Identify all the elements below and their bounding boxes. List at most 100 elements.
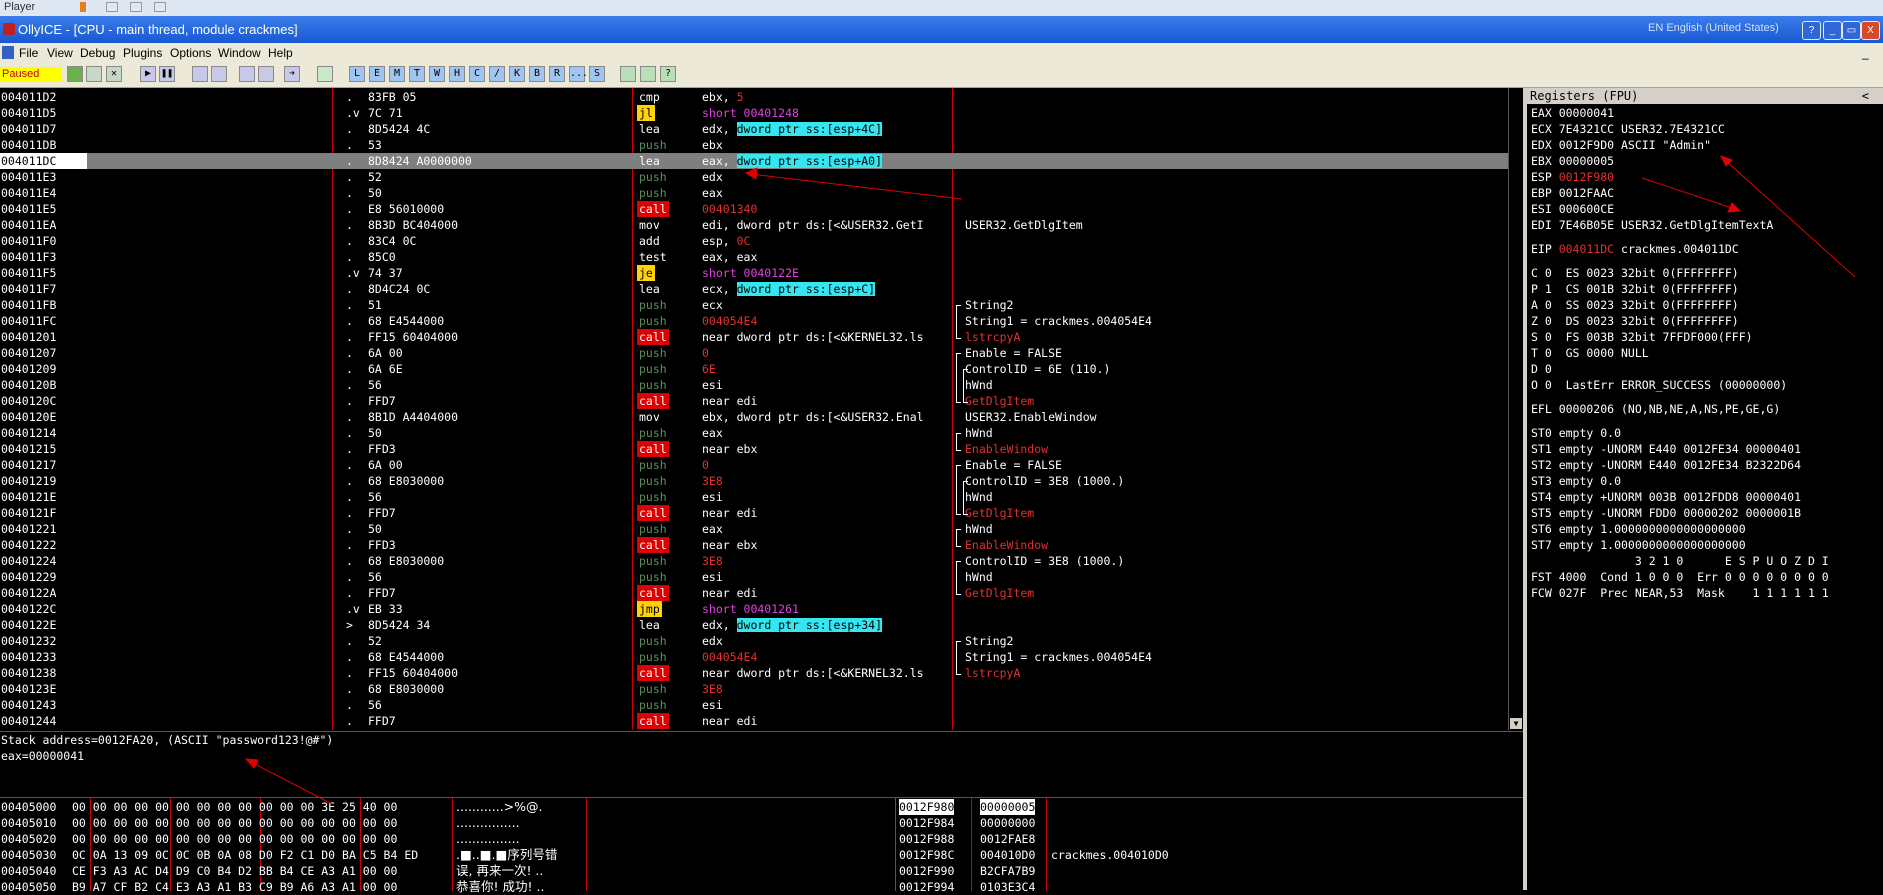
register-line[interactable]: ST5 empty -UNORM FDD0 00000202 0000001B — [1531, 505, 1801, 521]
disasm-row[interactable]: 004011E4. 50 push eax — [0, 185, 1508, 201]
disassembly-scrollbar[interactable]: ▼ — [1508, 88, 1524, 730]
menu-view[interactable]: View — [47, 46, 73, 60]
register-line[interactable]: P 1 CS 001B 32bit 0(FFFFFFFF) — [1531, 281, 1739, 297]
register-line[interactable]: FCW 027F Prec NEAR,53 Mask 1 1 1 1 1 1 — [1531, 585, 1829, 601]
close-button[interactable]: X — [1861, 21, 1880, 40]
register-line[interactable]: A 0 SS 0023 32bit 0(FFFFFFFF) — [1531, 297, 1739, 313]
stack-address[interactable]: 0012F988 — [899, 831, 954, 847]
toolbar-btn-T[interactable]: T — [409, 66, 425, 82]
trace-over-icon[interactable] — [258, 66, 274, 82]
disasm-row[interactable]: 004011F7. 8D4C24 0C lea ecx, dword ptr ss:[… — [0, 281, 1508, 297]
dump-address[interactable]: 00405020 — [1, 831, 56, 847]
disasm-row[interactable]: 0040121E. 56 push esi hWnd — [0, 489, 1508, 505]
register-line[interactable]: ESI 000600CE — [1531, 201, 1614, 217]
toolbar-btn-E[interactable]: E — [369, 66, 385, 82]
toolbar-btn-B[interactable]: B — [529, 66, 545, 82]
disasm-row[interactable]: 00401217. 6A 00 push 0 Enable = FALSE — [0, 457, 1508, 473]
help-icon[interactable]: ? — [660, 66, 676, 82]
open-icon[interactable] — [67, 66, 83, 82]
disasm-row[interactable]: 00401238. FF15 60404000 call near dword ptr… — [0, 665, 1508, 681]
toolbar-btn-R[interactable]: R — [549, 66, 565, 82]
register-line[interactable]: ECX 7E4321CC USER32.7E4321CC — [1531, 121, 1725, 137]
disasm-row[interactable]: 00401214. 50 push eax hWnd — [0, 425, 1508, 441]
disasm-row[interactable]: 00401232. 52 push edx String2 — [0, 633, 1508, 649]
menu-options[interactable]: Options — [170, 46, 211, 60]
dump-address[interactable]: 00405030 — [1, 847, 56, 863]
register-line[interactable]: Z 0 DS 0023 32bit 0(FFFFFFFF) — [1531, 313, 1739, 329]
disasm-row[interactable]: 00401209. 6A 6E push 6E ControlID = 6E (110.… — [0, 361, 1508, 377]
register-line[interactable]: EBX 00000005 — [1531, 153, 1614, 169]
register-line[interactable]: C 0 ES 0023 32bit 0(FFFFFFFF) — [1531, 265, 1739, 281]
disasm-row[interactable]: 004011E5. E8 56010000 call 00401340 — [0, 201, 1508, 217]
disasm-row[interactable]: 0040120B. 56 push esi hWnd — [0, 377, 1508, 393]
disasm-row[interactable]: 004011D5 .v 7C 71 jl short 00401248 — [0, 105, 1508, 121]
player-label[interactable]: Player — [4, 1, 35, 13]
restore-button[interactable]: ▭ — [1842, 21, 1861, 40]
disasm-row[interactable]: 0040120E. 8B1D A4404000 mov ebx, dword ptr … — [0, 409, 1508, 425]
disasm-row[interactable]: 004011F3. 85C0 test eax, eax — [0, 249, 1508, 265]
toolbar-btn-C[interactable]: C — [469, 66, 485, 82]
list-icon[interactable] — [620, 66, 636, 82]
disasm-row[interactable]: 00401229. 56 push esi hWnd — [0, 569, 1508, 585]
disasm-row[interactable]: 0040122A. FFD7 call near edi GetDlgItem — [0, 585, 1508, 601]
register-line[interactable]: ST6 empty 1.0000000000000000000 — [1531, 521, 1746, 537]
toolbar-btn-H[interactable]: H — [449, 66, 465, 82]
stack-address[interactable]: 0012F980 — [899, 799, 955, 815]
toolbar-btn-S[interactable]: S — [589, 66, 605, 82]
disasm-row[interactable]: 00401233. 68 E4544000 push 004054E4 String1 … — [0, 649, 1508, 665]
toolbar-btn-W[interactable]: W — [429, 66, 445, 82]
disasm-row[interactable]: 004011F0. 83C4 0C add esp, 0C — [0, 233, 1508, 249]
disasm-row[interactable]: 0040121F. FFD7 call near edi GetDlgItem — [0, 505, 1508, 521]
registers-pane[interactable]: Registers (FPU) < EAX 00000041 ECX 7E4321… — [1527, 88, 1883, 890]
register-line[interactable]: D 0 — [1531, 361, 1552, 377]
disassembly-pane[interactable]: 004011D2. 83FB 05 cmp ebx, 5 004011D5 .v 7C 71… — [0, 88, 1508, 730]
register-line[interactable]: ESP 0012F980 — [1531, 169, 1614, 185]
register-line[interactable]: ST4 empty +UNORM 003B 0012FDD8 00000401 — [1531, 489, 1801, 505]
menu-window[interactable]: Window — [218, 46, 261, 60]
window-icon[interactable] — [130, 2, 142, 12]
run-icon[interactable]: ▶ — [140, 66, 156, 82]
language-indicator[interactable]: EN English (United States) — [1648, 22, 1779, 34]
cpu-window-icon[interactable] — [2, 46, 14, 59]
toolbar-btn-L[interactable]: L — [349, 66, 365, 82]
mdi-minimize-button[interactable]: _ — [1862, 46, 1869, 60]
register-line[interactable]: EFL 00000206 (NO,NB,NE,A,NS,PE,GE,G) — [1531, 401, 1780, 417]
register-line[interactable]: FST 4000 Cond 1 0 0 0 Err 0 0 0 0 0 0 0 … — [1531, 569, 1829, 585]
disasm-row[interactable]: 00401222. FFD3 call near ebx EnableWindow — [0, 537, 1508, 553]
disasm-row[interactable]: 0040123E. 68 E8030000 push 3E8 — [0, 681, 1508, 697]
disasm-row[interactable]: 00401215. FFD3 call near ebx EnableWindow — [0, 441, 1508, 457]
disasm-row[interactable]: 00401243. 56 push esi — [0, 697, 1508, 713]
register-line[interactable]: EAX 00000041 — [1531, 105, 1614, 121]
disasm-row[interactable]: 004011FB. 51 push ecx String2 — [0, 297, 1508, 313]
grid-icon[interactable] — [640, 66, 656, 82]
stack-address[interactable]: 0012F994 — [899, 879, 954, 895]
stack-address[interactable]: 0012F990 — [899, 863, 954, 879]
toolbar-btn-M[interactable]: M — [389, 66, 405, 82]
disasm-row[interactable]: 00401219. 68 E8030000 push 3E8 ControlID = 3… — [0, 473, 1508, 489]
menu-help[interactable]: Help — [268, 46, 293, 60]
execute-till-return-icon[interactable]: ➔ — [284, 66, 300, 82]
register-line[interactable]: T 0 GS 0000 NULL — [1531, 345, 1649, 361]
stack-address[interactable]: 0012F984 — [899, 815, 954, 831]
disasm-row[interactable]: 004011FC. 68 E4544000 push 004054E4 String1 … — [0, 313, 1508, 329]
register-line[interactable]: EBP 0012FAAC — [1531, 185, 1614, 201]
disasm-row[interactable]: 004011EA. 8B3D BC404000 mov edi, dword ptr … — [0, 217, 1508, 233]
dump-address[interactable]: 00405050 — [1, 879, 56, 895]
disasm-row[interactable]: 004011DB. 53 push ebx — [0, 137, 1508, 153]
window-icon[interactable] — [154, 2, 166, 12]
menu-debug[interactable]: Debug — [80, 46, 115, 60]
disasm-row[interactable]: 004011F5 .v 74 37 je short 0040122E — [0, 265, 1508, 281]
scroll-down-button[interactable]: ▼ — [1510, 718, 1522, 729]
close-program-icon[interactable]: ✕ — [106, 66, 122, 82]
toolbar-btn-dots[interactable]: ... — [569, 66, 588, 82]
dump-address[interactable]: 00405000 — [1, 799, 56, 815]
trace-into-icon[interactable] — [239, 66, 255, 82]
goto-icon[interactable] — [317, 66, 333, 82]
disasm-row[interactable]: 00401207. 6A 00 push 0 Enable = FALSE — [0, 345, 1508, 361]
register-line[interactable]: ST0 empty 0.0 — [1531, 425, 1621, 441]
collapse-icon[interactable]: < — [1862, 88, 1869, 104]
register-line[interactable]: S 0 FS 003B 32bit 7FFDF000(FFF) — [1531, 329, 1753, 345]
disasm-row[interactable]: 0040122E >8D5424 34 lea edx, dword ptr ss:[… — [0, 617, 1508, 633]
disasm-row[interactable]: 00401224. 68 E8030000 push 3E8 ControlID = 3… — [0, 553, 1508, 569]
step-over-icon[interactable] — [211, 66, 227, 82]
